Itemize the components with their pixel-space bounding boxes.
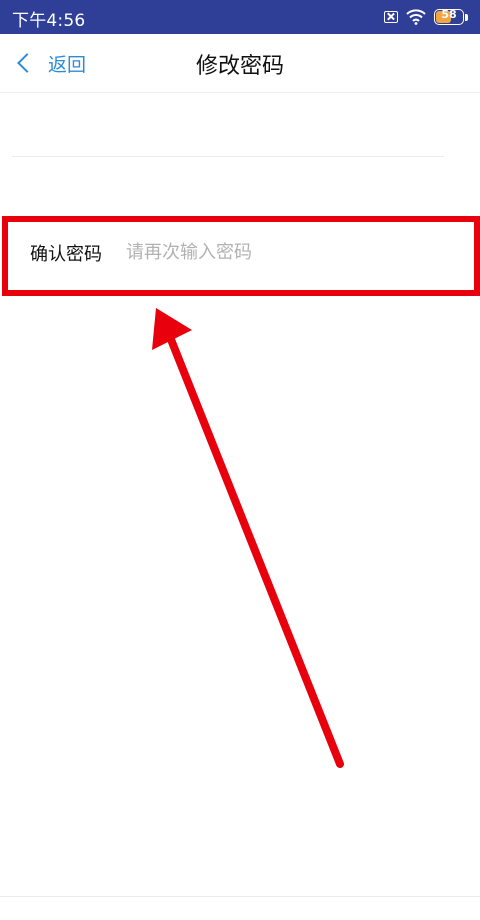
battery-cap xyxy=(465,13,468,21)
bottom-divider xyxy=(0,896,480,897)
wifi-icon xyxy=(406,9,426,25)
status-time: 下午4:56 xyxy=(12,11,86,31)
sim-x-icon xyxy=(384,11,398,23)
page-title: 修改密码 xyxy=(195,54,284,79)
confirm-password-label: 确认密码 xyxy=(30,244,102,265)
confirm-password-row: 确认密码 xyxy=(0,216,480,288)
status-icons: 58 xyxy=(384,8,468,26)
password-field-row[interactable] xyxy=(0,93,480,157)
field-divider xyxy=(12,156,444,157)
nav-bar: 返回 修改密码 xyxy=(0,34,480,93)
battery-body: 58 xyxy=(434,8,464,25)
confirm-password-input[interactable] xyxy=(124,234,438,270)
battery-level: 58 xyxy=(441,8,457,21)
status-bar: 下午4:56 58 xyxy=(0,0,480,34)
battery-icon: 58 xyxy=(434,8,468,25)
